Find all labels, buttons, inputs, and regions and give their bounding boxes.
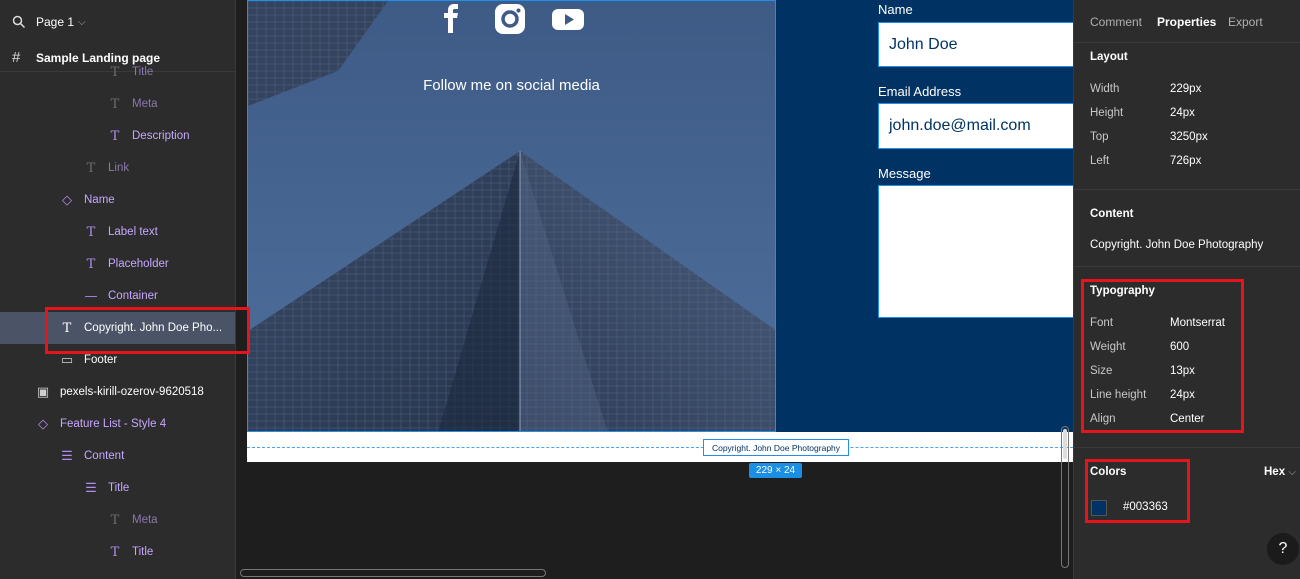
- image-icon: ▣: [36, 384, 50, 400]
- layer-item[interactable]: T Title: [0, 56, 235, 88]
- message-label: Message: [878, 166, 931, 181]
- chevron-down-icon: ⌵: [1288, 467, 1296, 478]
- height-key: Height: [1090, 107, 1124, 119]
- layer-item[interactable]: ◇ Name: [0, 184, 235, 216]
- layer-item[interactable]: T Link: [0, 152, 235, 184]
- layer-item[interactable]: T Description: [0, 120, 235, 152]
- color-format-select[interactable]: Hex ⌵: [1264, 466, 1296, 478]
- rectangle-icon: ▭: [60, 352, 74, 368]
- layers-panel: Page 1 ⌵ # Sample Landing page T Title TM…: [0, 0, 236, 579]
- text-icon: T: [110, 512, 120, 528]
- layer-item[interactable]: ◇ Feature List - Style 4: [0, 408, 235, 440]
- layout-title: Layout: [1090, 51, 1128, 63]
- design-canvas[interactable]: Follow me on social media Name John Doe …: [237, 0, 1073, 579]
- layer-item[interactable]: T Label text: [0, 216, 235, 248]
- tab-export[interactable]: Export: [1228, 15, 1263, 29]
- selection-guide-line: [247, 447, 1073, 448]
- layer-item[interactable]: T Placeholder: [0, 248, 235, 280]
- text-icon: T: [110, 96, 120, 112]
- email-input[interactable]: john.doe@mail.com: [878, 103, 1073, 149]
- top-key: Top: [1090, 131, 1109, 143]
- hero-image-frame[interactable]: Follow me on social media: [247, 0, 776, 432]
- divider: [1074, 447, 1300, 448]
- text-icon: T: [110, 64, 120, 80]
- layer-item[interactable]: ▣ pexels-kirill-ozerov-9620518: [0, 376, 235, 408]
- layer-item[interactable]: T Title: [0, 536, 235, 568]
- line-height-key: Line height: [1090, 389, 1147, 401]
- text-icon: T: [110, 544, 120, 560]
- text-icon: T: [86, 224, 96, 240]
- width-value: 229px: [1170, 83, 1202, 95]
- align-value: Center: [1170, 413, 1205, 425]
- youtube-icon[interactable]: [550, 1, 586, 37]
- width-key: Width: [1090, 83, 1120, 95]
- text-icon: T: [86, 160, 96, 176]
- help-button[interactable]: ?: [1267, 533, 1299, 565]
- weight-key: Weight: [1090, 341, 1126, 353]
- size-value: 13px: [1170, 365, 1195, 377]
- weight-value: 600: [1170, 341, 1190, 353]
- font-value: Montserrat: [1170, 317, 1225, 329]
- text-icon: T: [86, 256, 96, 272]
- font-key: Font: [1090, 317, 1114, 329]
- vertical-scrollbar[interactable]: [1061, 426, 1069, 568]
- color-hex-value[interactable]: #003363: [1123, 501, 1168, 513]
- page-selector[interactable]: Page 1 ⌵: [0, 0, 235, 44]
- component-diamond-icon: ◇: [62, 192, 72, 208]
- layer-item[interactable]: ☰ Title: [0, 472, 235, 504]
- instagram-icon[interactable]: [492, 1, 528, 37]
- horizontal-scrollbar[interactable]: [240, 569, 546, 577]
- layer-item[interactable]: ▭ Footer: [0, 344, 235, 376]
- content-title: Content: [1090, 208, 1134, 220]
- height-value: 24px: [1170, 107, 1195, 119]
- inspector-tabs: Comment Properties Export: [1074, 0, 1300, 43]
- divider: [1074, 189, 1300, 190]
- tab-properties[interactable]: Properties: [1157, 15, 1216, 29]
- building-photo: [248, 1, 775, 431]
- divider: [1074, 266, 1300, 267]
- copyright-text-selected[interactable]: Copyright. John Doe Photography: [703, 439, 849, 456]
- tab-comment[interactable]: Comment: [1090, 15, 1142, 29]
- layer-item[interactable]: ☰ Content: [0, 440, 235, 472]
- scroll-thumb[interactable]: [1063, 429, 1067, 459]
- name-input[interactable]: John Doe: [878, 22, 1073, 67]
- message-input[interactable]: [878, 185, 1073, 318]
- colors-title: Colors: [1090, 466, 1127, 478]
- footer-frame[interactable]: [247, 432, 1073, 462]
- auto-layout-icon: ☰: [61, 448, 73, 464]
- follow-heading: Follow me on social media: [423, 77, 600, 94]
- component-diamond-icon: ◇: [38, 416, 48, 432]
- left-key: Left: [1090, 155, 1110, 167]
- contact-form: Name John Doe Email Address john.doe@mai…: [776, 0, 1073, 432]
- text-icon: T: [110, 128, 120, 144]
- line-height-value: 24px: [1170, 389, 1195, 401]
- page-label: Page 1: [36, 15, 75, 29]
- facebook-icon[interactable]: [434, 1, 470, 37]
- color-swatch[interactable]: [1091, 500, 1107, 516]
- layer-item-selected[interactable]: T Copyright. John Doe Pho...: [0, 312, 235, 344]
- email-label: Email Address: [878, 84, 962, 99]
- layer-item[interactable]: — Container: [0, 280, 235, 312]
- layer-item[interactable]: T Meta: [0, 504, 235, 536]
- name-label: Name: [878, 2, 913, 17]
- top-value: 3250px: [1170, 131, 1208, 143]
- color-format-label: Hex: [1264, 466, 1286, 478]
- chevron-down-icon: ⌵: [78, 16, 86, 28]
- size-key: Size: [1090, 365, 1113, 377]
- app-window: Page 1 ⌵ # Sample Landing page T Title TM…: [0, 0, 1300, 579]
- align-key: Align: [1090, 413, 1116, 425]
- typography-title: Typography: [1090, 285, 1155, 297]
- left-value: 726px: [1170, 155, 1202, 167]
- line-icon: —: [84, 288, 98, 304]
- auto-layout-icon: ☰: [85, 480, 97, 496]
- content-value: Copyright. John Doe Photography: [1090, 239, 1264, 251]
- properties-panel: Comment Properties Export Layout Width 2…: [1073, 0, 1300, 579]
- search-icon[interactable]: [12, 15, 26, 29]
- selection-size-badge: 229 × 24: [749, 463, 802, 478]
- layer-item[interactable]: T Meta: [0, 88, 235, 120]
- text-icon: T: [62, 320, 72, 336]
